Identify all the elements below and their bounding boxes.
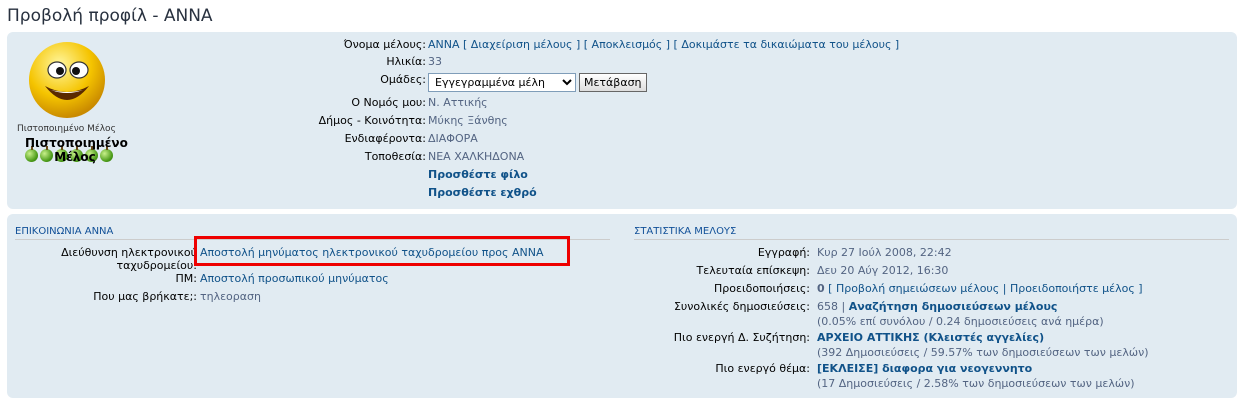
warnings-row: Προειδοποιήσεις: <box>7 281 810 297</box>
add-foe-link[interactable]: Προσθέστε εχθρό <box>428 186 537 199</box>
active-forum-label: Πιο ενεργή Δ. Συζήτηση: <box>673 331 810 344</box>
groups-label: Ομάδες: <box>380 73 426 86</box>
page-title: Προβολή προφίλ - ANNA <box>7 6 213 26</box>
active-topic-label: Πιο ενεργό θέμα: <box>715 362 810 375</box>
groups-select[interactable]: Εγγεγραμμένα μέλη <box>428 73 576 92</box>
active-topic-row: Πιο ενεργό θέμα: <box>7 361 810 377</box>
dimos-row: Δήμος - Κοινότητα: Μύκης Ξάνθης <box>7 113 1237 129</box>
warnings-value-row: 0 [ Προβολή σημειώσεων μέλους | Προειδοπ… <box>817 281 1143 297</box>
active-forum-link[interactable]: ΑΡΧΕΙΟ ΑΤΤΙΚΗΣ (Κλειστές αγγελίες) <box>817 331 1044 344</box>
last-visit-value: Δευ 20 Αύγ 2012, 16:30 <box>817 264 949 277</box>
ban-member-link[interactable]: [ Αποκλεισμός ] <box>584 38 670 51</box>
dimos-label: Δήμος - Κοινότητα: <box>318 114 426 127</box>
active-topic-value-row: [ΕΚΛΕΙΣΕ] διαφορα για νεογεννητο (17 Δημ… <box>817 361 1135 390</box>
active-forum-pct: (392 Δημοσιεύσεις / 59.57% των δημοσιεύσ… <box>817 346 1149 359</box>
age-label: Ηλικία: <box>386 55 426 68</box>
last-visit-value-row: Δευ 20 Αύγ 2012, 16:30 <box>817 263 948 279</box>
test-permissions-link[interactable]: [ Δοκιμάστε τα δικαιώματα του μέλους ] <box>674 38 900 51</box>
contact-stats-panel: ΕΠΙΚΟΙΝΩΝΙΑ ANNA Διεύθυνση ηλεκτρονικού … <box>7 214 1237 398</box>
active-topic-pct: (17 Δημοσιεύσεις / 2.58% των δημοσιεύσεω… <box>817 377 1135 390</box>
warnings-links[interactable]: [ Προβολή σημειώσεων μέλους | Προειδοποι… <box>828 282 1142 295</box>
location-row: Τοποθεσία: ΝΕΑ ΧΑΛΚΗΔΟΝΑ <box>7 149 1237 165</box>
manage-member-link[interactable]: [ Διαχείριση μέλους ] <box>463 38 580 51</box>
active-topic-link[interactable]: [ΕΚΛΕΙΣΕ] διαφορα για νεογεννητο <box>817 362 1032 375</box>
posts-value-row: 658 | Αναζήτηση δημοσιεύσεων μέλους (0.0… <box>817 299 1104 328</box>
active-forum-row: Πιο ενεργή Δ. Συζήτηση: <box>7 330 810 346</box>
interests-value: ΔΙΑΦΟΡΑ <box>428 132 478 145</box>
last-visit-row: Τελευταία επίσκεψη: <box>7 263 810 279</box>
joined-label: Εγγραφή: <box>757 246 810 259</box>
joined-value-row: Κυρ 27 Ιούλ 2008, 22:42 <box>817 245 952 261</box>
add-friend-link[interactable]: Προσθέστε φίλο <box>428 168 528 181</box>
interests-row: Ενδιαφέροντα: ΔΙΑΦΟΡΑ <box>7 131 1237 147</box>
posts-separator: | <box>841 300 846 313</box>
username-label: Όνομα μέλους: <box>343 38 426 51</box>
groups-row: Ομάδες: Εγγεγραμμένα μέλη Μετάβαση <box>7 72 1237 94</box>
warnings-label: Προειδοποιήσεις: <box>714 282 810 295</box>
go-button[interactable]: Μετάβαση <box>579 73 647 92</box>
age-value: 33 <box>428 55 442 68</box>
posts-count: 658 <box>817 300 838 313</box>
age-row: Ηλικία: 33 <box>7 54 1237 70</box>
posts-pct: (0.05% επί συνόλου / 0.24 δημοσιεύσεις α… <box>817 315 1104 328</box>
search-posts-link[interactable]: Αναζήτηση δημοσιεύσεων μέλους <box>849 300 1058 313</box>
last-visit-label: Τελευταία επίσκεψη: <box>696 264 810 277</box>
active-forum-value-row: ΑΡΧΕΙΟ ΑΤΤΙΚΗΣ (Κλειστές αγγελίες) (392 … <box>817 330 1149 359</box>
posts-row: Συνολικές δημοσιεύσεις: <box>7 299 810 315</box>
profile-panel: Πιστοποιημένο Μέλος Πιστοποιημένο Μέλος … <box>7 32 1237 209</box>
warnings-count: 0 <box>817 282 825 295</box>
interests-label: Ενδιαφέροντα: <box>344 132 426 145</box>
joined-value: Κυρ 27 Ιούλ 2008, 22:42 <box>817 246 952 259</box>
location-value: ΝΕΑ ΧΑΛΚΗΔΟΝΑ <box>428 150 525 163</box>
username-row: Όνομα μέλους: ANNA [ Διαχείριση μέλους ]… <box>7 37 1237 53</box>
stats-header: ΣΤΑΤΙΣΤΙΚΑ ΜΕΛΟΥΣ <box>634 226 1229 240</box>
joined-row: Εγγραφή: <box>7 245 810 261</box>
nomos-value: Ν. Αττικής <box>428 96 488 109</box>
dimos-value: Μύκης Ξάνθης <box>428 114 508 127</box>
posts-label: Συνολικές δημοσιεύσεις: <box>673 300 810 313</box>
location-label: Τοποθεσία: <box>364 150 426 163</box>
nomos-label: Ο Νομός μου: <box>351 96 426 109</box>
add-friend-row: Προσθέστε φίλο <box>428 167 528 183</box>
nomos-row: Ο Νομός μου: Ν. Αττικής <box>7 95 1237 111</box>
username-link[interactable]: ANNA <box>428 38 460 51</box>
add-foe-row: Προσθέστε εχθρό <box>428 185 537 201</box>
